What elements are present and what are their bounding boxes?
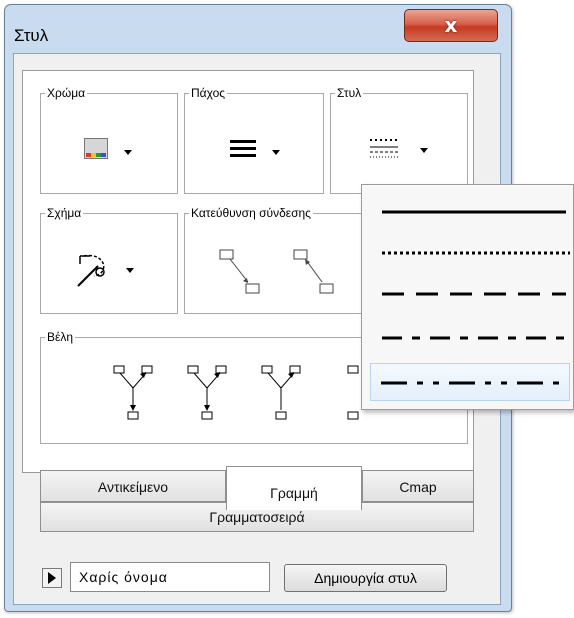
connector-direction-reverse-icon bbox=[293, 249, 334, 294]
line-style-icon bbox=[370, 139, 398, 158]
title-bar[interactable]: Στυλ x bbox=[5, 5, 511, 51]
arrow-style-2-button[interactable] bbox=[182, 362, 232, 424]
tab-line-label: Γραμμή bbox=[270, 485, 318, 501]
tab-font-label: Γραμματοσειρά bbox=[209, 509, 305, 525]
window-title: Στυλ bbox=[14, 26, 49, 45]
line-style-picker-button[interactable] bbox=[368, 136, 434, 166]
arrowhead-style-icon bbox=[113, 365, 153, 420]
line-style-option-dashed[interactable] bbox=[370, 275, 570, 313]
arrowhead-style-icon bbox=[347, 365, 359, 420]
color-picker-button[interactable] bbox=[84, 138, 134, 168]
chevron-down-icon bbox=[420, 148, 428, 153]
chevron-down-icon bbox=[124, 150, 132, 155]
play-icon bbox=[48, 572, 56, 584]
thickness-picker-button[interactable] bbox=[230, 138, 280, 168]
dashed-line-icon bbox=[382, 292, 566, 296]
color-swatch-icon bbox=[84, 138, 108, 159]
arrow-style-3-button[interactable] bbox=[256, 362, 306, 424]
connector-direction-icon bbox=[219, 249, 260, 294]
tab-cmap-label: Cmap bbox=[399, 479, 437, 495]
close-icon: x bbox=[444, 13, 458, 37]
solid-line-icon bbox=[382, 210, 566, 214]
tab-object[interactable]: Αντικείμενο bbox=[40, 470, 226, 502]
thickness-group-label: Πάχος bbox=[191, 86, 226, 100]
line-style-popup bbox=[361, 184, 574, 410]
chevron-down-icon bbox=[126, 268, 134, 273]
color-group-label: Χρώμα bbox=[47, 86, 86, 100]
line-style-option-dash-dot[interactable] bbox=[370, 363, 570, 401]
arrow-style-4-button[interactable] bbox=[330, 362, 360, 424]
line-weight-icon bbox=[230, 140, 256, 157]
arrow-style-1-button[interactable] bbox=[108, 362, 158, 424]
style-name-field[interactable]: Χαρίς όνομα bbox=[70, 562, 270, 592]
direction-group-label: Κατεύθυνση σύνδεσης bbox=[191, 206, 311, 220]
expand-toggle-button[interactable] bbox=[42, 568, 62, 588]
create-style-button[interactable]: Δημιουργία στυλ bbox=[284, 564, 447, 592]
direction-forward-button[interactable] bbox=[214, 246, 264, 298]
tab-line[interactable]: Γραμμή bbox=[226, 466, 362, 510]
arrowhead-style-icon bbox=[187, 365, 227, 420]
dash-short-dash-line-icon bbox=[382, 336, 566, 340]
line-style-option-dash-short-dash[interactable] bbox=[370, 319, 570, 357]
direction-backward-button[interactable] bbox=[288, 246, 338, 298]
line-style-option-solid[interactable] bbox=[370, 193, 570, 231]
connector-shape-button[interactable] bbox=[76, 250, 144, 290]
line-style-option-dotted[interactable] bbox=[370, 233, 570, 271]
shape-group-label: Σχήμα bbox=[47, 206, 82, 220]
close-button[interactable]: x bbox=[404, 9, 498, 42]
arrowhead-style-icon bbox=[261, 365, 301, 420]
tab-cmap[interactable]: Cmap bbox=[362, 470, 474, 502]
dotted-line-icon bbox=[382, 251, 570, 255]
dash-dot-line-icon bbox=[381, 381, 567, 385]
chevron-down-icon bbox=[272, 150, 280, 155]
style-group-label: Στυλ bbox=[337, 86, 362, 100]
tab-object-label: Αντικείμενο bbox=[97, 479, 169, 495]
curved-connector-icon bbox=[77, 254, 105, 287]
arrows-group-label: Βέλη bbox=[47, 330, 74, 344]
